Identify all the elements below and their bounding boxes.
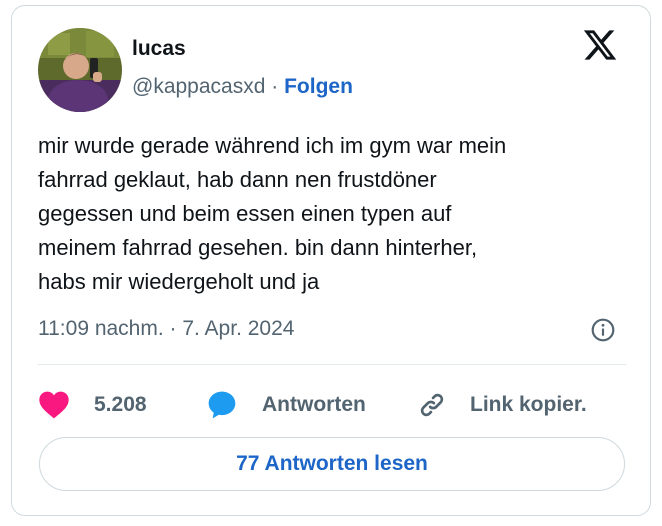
speech-bubble-icon [208,391,236,419]
like-button[interactable]: 5.208 [38,378,147,432]
action-bar: 5.208 Antworten Link kopier. [38,378,628,432]
avatar-photo [38,28,122,112]
copy-link-label: Link kopier. [470,393,587,416]
user-handle[interactable]: @kappacasxd [132,75,265,98]
read-replies-button[interactable]: 77 Antworten lesen [39,437,625,491]
tweet-card: lucas @kappacasxd · Folgen mir wurde ger… [11,5,651,516]
avatar[interactable] [38,28,122,112]
x-logo-icon[interactable] [582,27,618,63]
follow-button[interactable]: Folgen [284,75,353,98]
tweet-text-line: gegessen und beim essen einen typen auf [38,201,452,226]
separator-dot: · [271,75,279,98]
handle-row: @kappacasxd · Folgen [132,75,353,99]
tweet-text-line: fahrrad geklaut, hab dann nen frustdöner [38,167,437,192]
tweet-text-line: habs mir wiedergeholt und ja [38,269,320,294]
info-icon[interactable] [590,317,616,343]
reply-button[interactable]: Antworten [206,378,366,432]
user-name[interactable]: lucas [132,37,186,61]
tweet-text: mir wurde gerade während ich im gym war … [38,129,628,299]
tweet-text-line: mir wurde gerade während ich im gym war … [38,133,507,158]
link-icon [420,393,444,417]
divider [38,364,626,365]
copy-link-button[interactable]: Link kopier. [416,378,587,432]
like-count: 5.208 [94,393,147,416]
heart-icon [39,391,69,419]
tweet-timestamp[interactable]: 11:09 nachm. · 7. Apr. 2024 [38,317,294,341]
reply-label: Antworten [262,393,366,416]
tweet-text-line: meinem fahrrad gesehen. bin dann hinterh… [38,235,478,260]
